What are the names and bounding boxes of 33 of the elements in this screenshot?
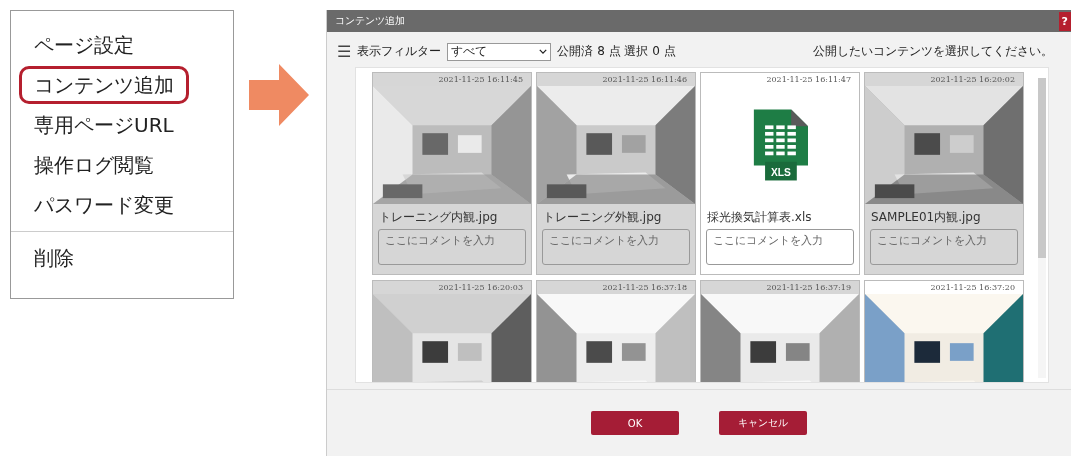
content-card[interactable]: 2021-11-25 16:11:47 XLS 採光換気計算表.xls ここにコメントを入力 [700, 72, 860, 275]
file-name: SAMPLE01内観.jpg [870, 209, 982, 226]
caret-icon [539, 49, 548, 54]
timestamp: 2021-11-25 16:37:19 [765, 282, 852, 294]
timestamp: 2021-11-25 16:37:18 [601, 282, 688, 294]
dialog-title: コンテンツ追加 [334, 14, 405, 28]
timestamp: 2021-11-25 16:20:02 [929, 74, 1016, 86]
cancel-button[interactable]: キャンセル [719, 411, 807, 435]
menu-item[interactable]: ページ設定 [19, 26, 149, 64]
file-name: トレーニング外観.jpg [542, 209, 663, 226]
filter-dropdown[interactable]: すべて [447, 42, 552, 61]
timestamp: 2021-11-25 16:11:46 [601, 74, 688, 86]
ok-button[interactable]: OK [591, 411, 679, 435]
comment-field[interactable]: ここにコメントを入力 [706, 229, 854, 265]
menu-item[interactable]: 操作ログ閲覧 [19, 146, 169, 184]
timestamp: 2021-11-25 16:37:20 [929, 282, 1016, 294]
help-button[interactable]: ? [1058, 11, 1071, 31]
file-name: トレーニング内観.jpg [378, 209, 499, 226]
hint-text: 公開したいコンテンツを選択してください。 [813, 43, 1053, 60]
timestamp: 2021-11-25 16:20:03 [437, 282, 524, 294]
menu-item[interactable]: 専用ページURL [19, 106, 189, 144]
filter-label: 表示フィルター [357, 43, 442, 60]
content-card[interactable]: 2021-11-25 16:37:20 [864, 280, 1024, 382]
arrow-icon [249, 64, 309, 126]
timestamp: 2021-11-25 16:11:45 [437, 74, 524, 86]
file-name: 採光換気計算表.xls [706, 209, 813, 226]
menu-button[interactable]: ☰ [337, 42, 352, 61]
count-text: 公開済 8 点 選択 0 点 [557, 43, 676, 60]
scrollbar[interactable] [1038, 78, 1046, 378]
menu-item[interactable]: コンテンツ追加 [19, 66, 189, 104]
menu-item[interactable]: パスワード変更 [19, 186, 189, 224]
timestamp: 2021-11-25 16:11:47 [765, 74, 852, 86]
menu-item[interactable]: 削除 [19, 239, 89, 277]
